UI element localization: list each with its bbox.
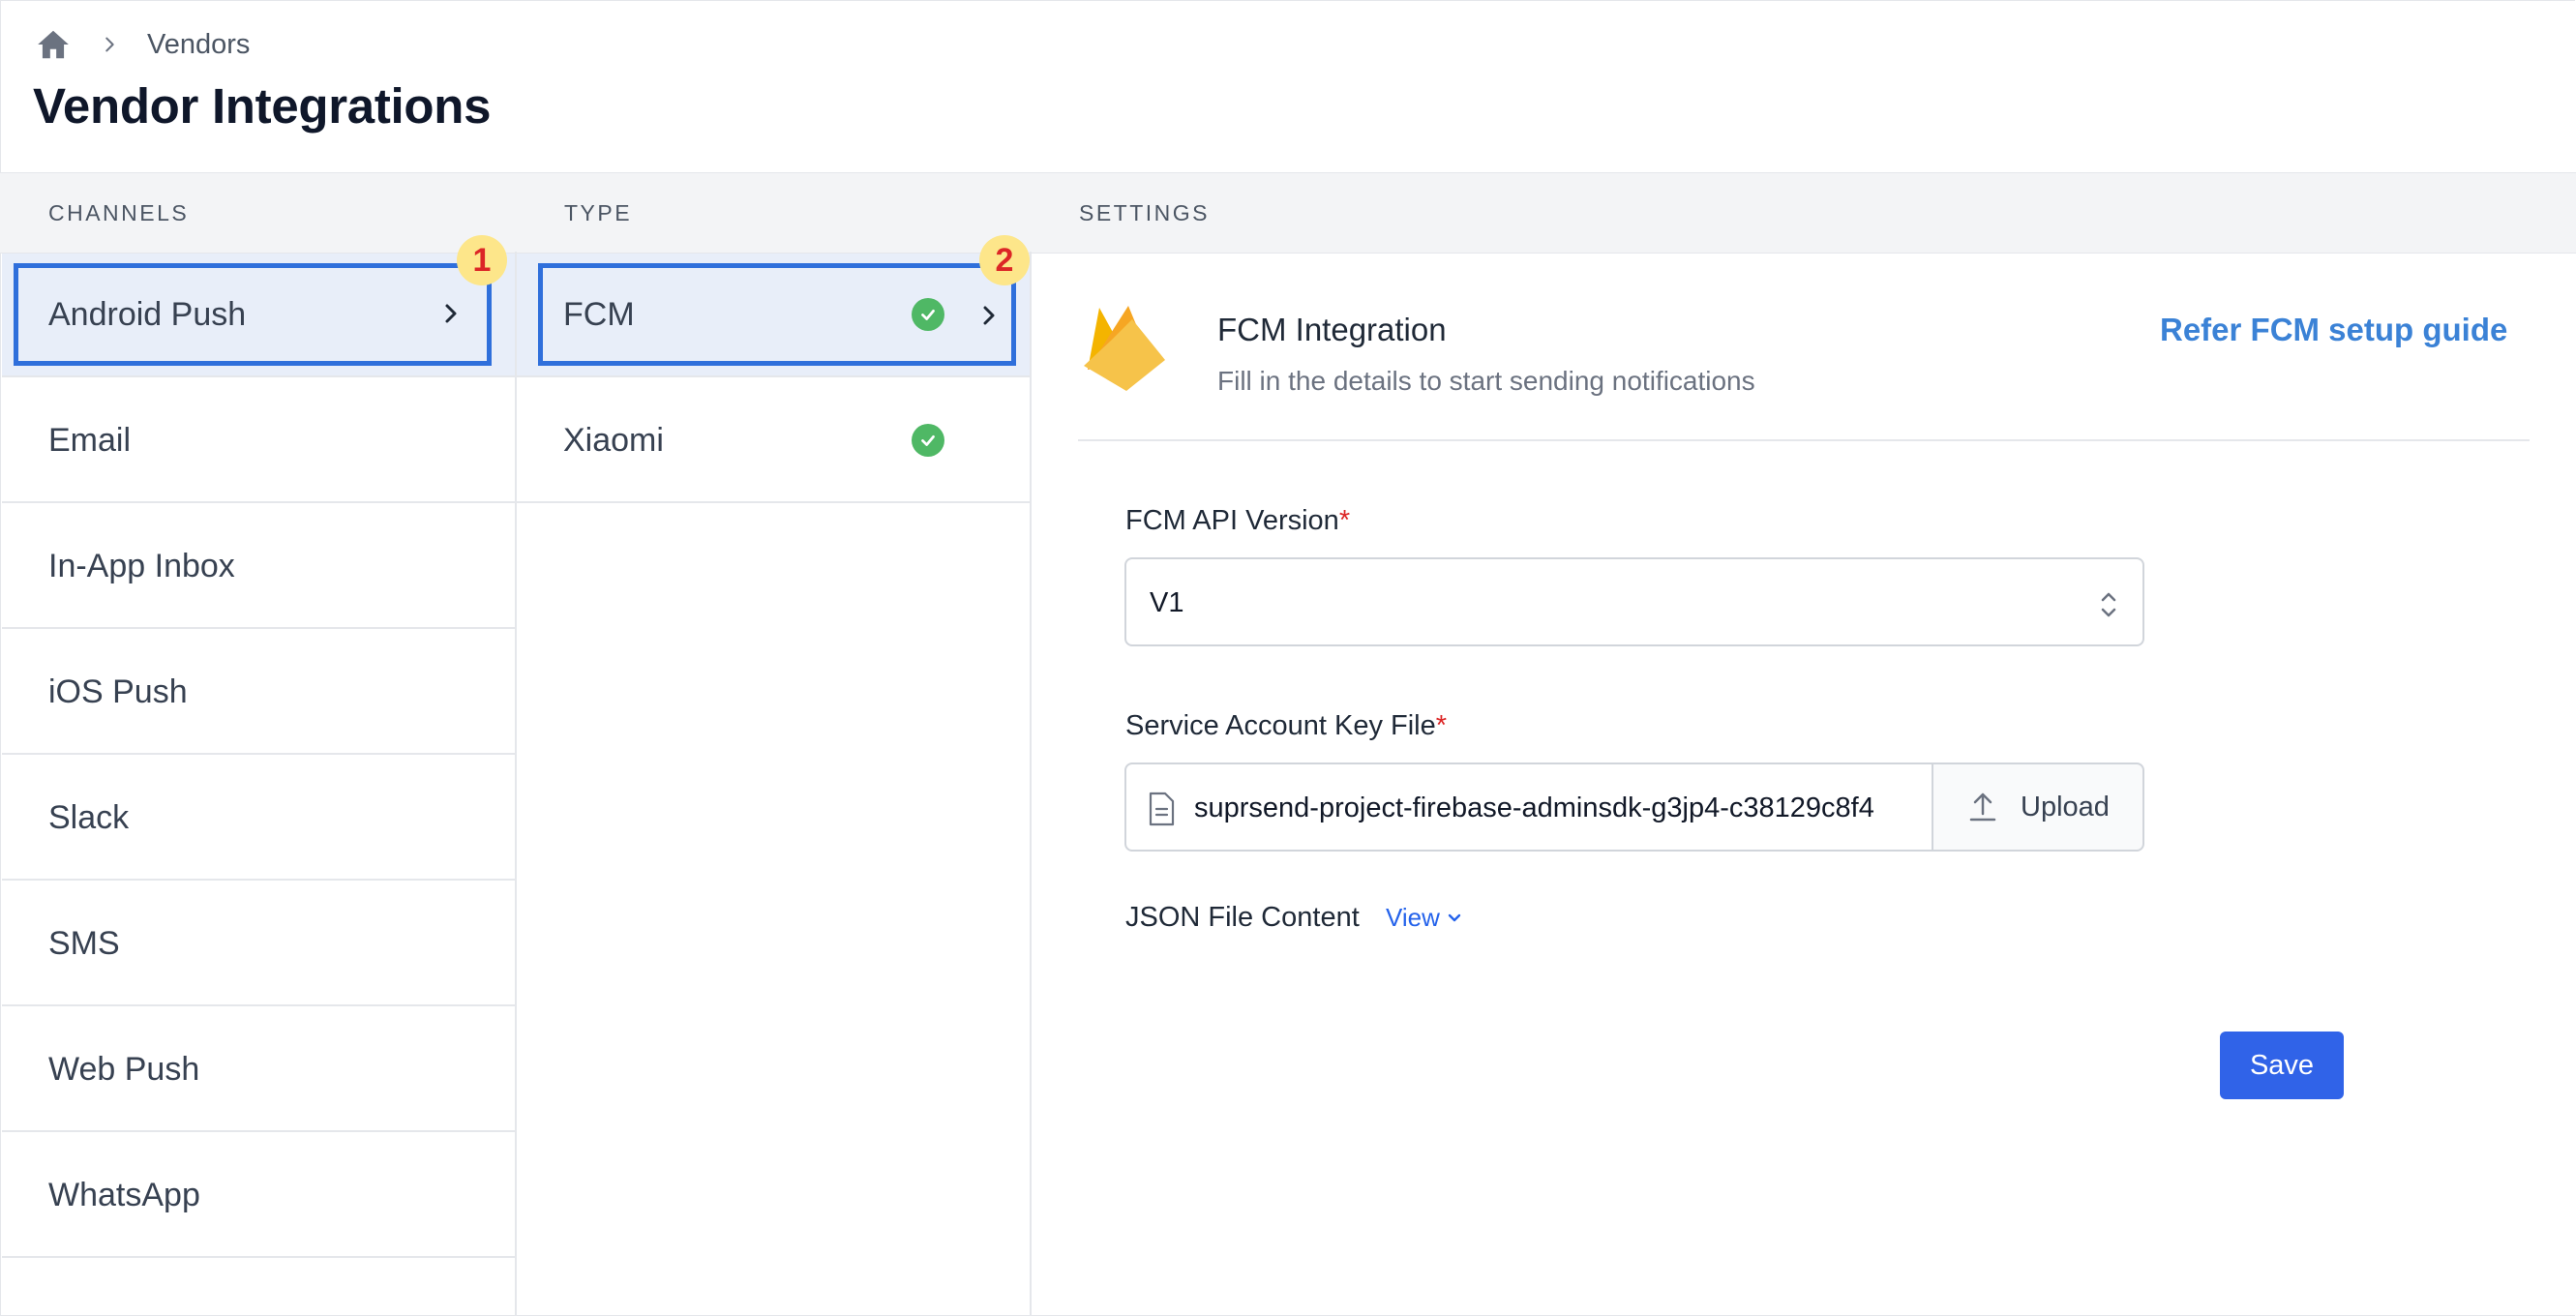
channel-item-web-push[interactable]: Web Push [2, 1008, 515, 1132]
view-json-toggle[interactable]: View [1386, 903, 1463, 933]
key-file-label-text: Service Account Key File [1125, 710, 1436, 741]
column-divider [1030, 252, 1032, 1316]
channel-label: In-App Inbox [48, 547, 235, 584]
upload-button-label: Upload [2021, 791, 2110, 822]
settings-divider [1078, 439, 2530, 441]
type-column-header: TYPE [564, 200, 633, 225]
channel-item-whatsapp[interactable]: WhatsApp [2, 1134, 515, 1258]
type-item-xiaomi[interactable]: Xiaomi [517, 379, 1030, 503]
highlight-box-channel [14, 263, 492, 366]
api-version-label: FCM API Version* [1125, 505, 1350, 537]
chevron-down-icon [1440, 910, 1463, 927]
channel-item-ios-push[interactable]: iOS Push [2, 631, 515, 755]
view-json-label: View [1386, 903, 1440, 932]
save-button[interactable]: Save [2220, 1032, 2344, 1099]
channel-label: WhatsApp [48, 1176, 200, 1213]
setup-guide-link[interactable]: Refer FCM setup guide [2160, 312, 2507, 348]
integration-title: FCM Integration [1217, 312, 1447, 347]
json-content-label: JSON File Content [1125, 902, 1360, 933]
channels-column-header: CHANNELS [48, 200, 190, 225]
channel-item-email[interactable]: Email [2, 379, 515, 503]
check-circle-icon [912, 424, 944, 457]
api-version-value: V1 [1150, 587, 1184, 618]
settings-column-header: SETTINGS [1079, 200, 1211, 225]
channel-label: iOS Push [48, 673, 188, 710]
key-file-name: suprsend-project-firebase-adminsdk-g3jp4… [1194, 793, 1874, 823]
channel-item-slack[interactable]: Slack [2, 757, 515, 881]
breadcrumb-vendors[interactable]: Vendors [147, 29, 250, 61]
key-file-field[interactable]: suprsend-project-firebase-adminsdk-g3jp4… [1124, 763, 1933, 852]
type-label: Xiaomi [563, 421, 664, 459]
firebase-logo-icon [1078, 302, 1171, 395]
channel-label: Slack [48, 798, 130, 836]
page-title: Vendor Integrations [33, 78, 492, 134]
column-header-bar: CHANNELS TYPE SETTINGS [0, 172, 2576, 254]
selector-updown-icon [2098, 588, 2119, 621]
document-icon [1146, 792, 1177, 826]
channel-label: SMS [48, 924, 120, 962]
integration-subtitle: Fill in the details to start sending not… [1217, 366, 1755, 396]
channel-item-in-app-inbox[interactable]: In-App Inbox [2, 505, 515, 629]
chevron-right-icon [99, 34, 120, 55]
api-version-select[interactable]: V1 [1124, 557, 2144, 646]
channel-item-sms[interactable]: SMS [2, 882, 515, 1006]
required-mark: * [1338, 505, 1351, 536]
api-version-label-text: FCM API Version [1125, 505, 1339, 536]
breadcrumb: Vendors [35, 25, 250, 64]
required-mark: * [1435, 710, 1448, 741]
highlight-box-type [538, 263, 1016, 366]
annotation-badge-2: 2 [979, 235, 1030, 285]
channel-label: Web Push [48, 1050, 200, 1088]
key-file-label: Service Account Key File* [1125, 710, 1447, 742]
upload-button[interactable]: Upload [1932, 763, 2144, 852]
upload-icon [1968, 791, 1997, 823]
channel-label: Email [48, 421, 132, 459]
home-icon[interactable] [35, 26, 72, 63]
annotation-badge-1: 1 [457, 235, 507, 285]
